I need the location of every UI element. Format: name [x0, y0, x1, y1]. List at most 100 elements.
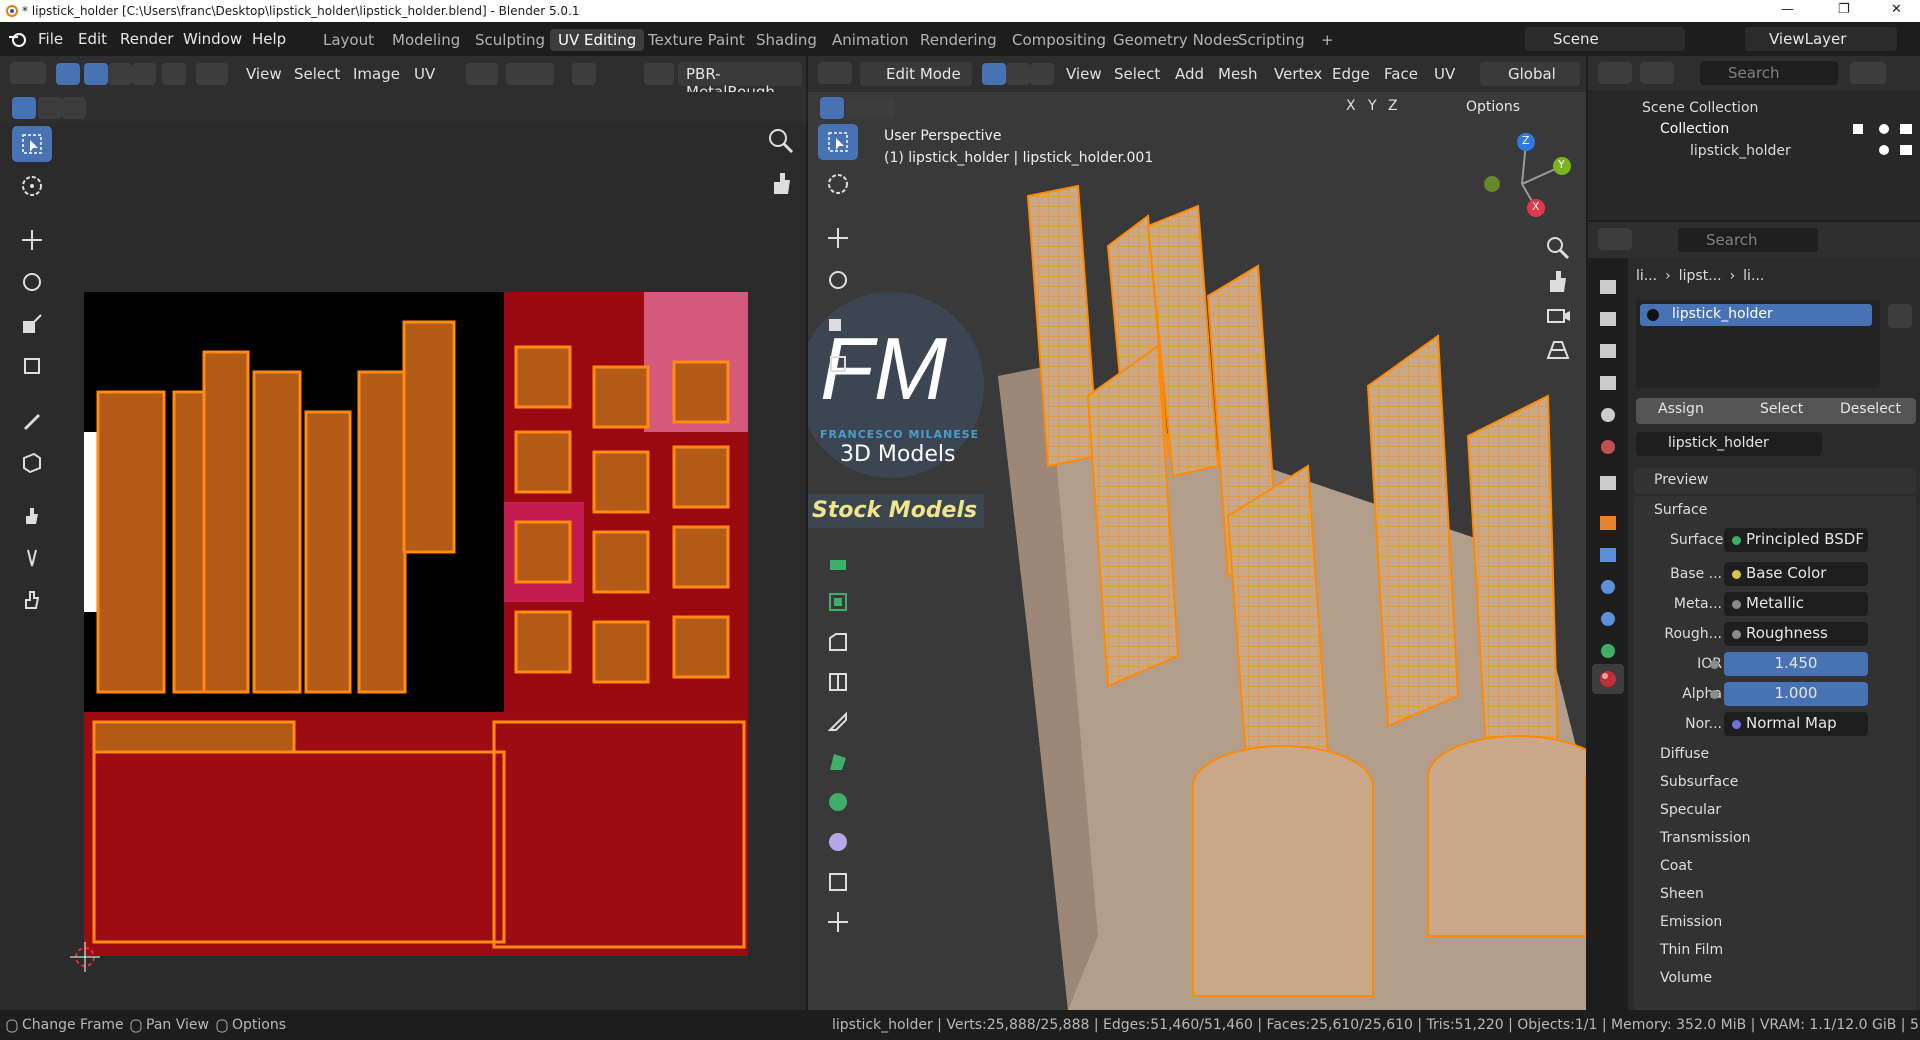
mirror-z-toggle[interactable]: Z [1388, 98, 1398, 114]
breadcrumb-object[interactable]: li... [1636, 268, 1657, 284]
camera-view-icon[interactable] [1544, 302, 1572, 330]
tab-sculpting[interactable]: Sculpting [467, 29, 553, 51]
tab-layout[interactable]: Layout [315, 29, 382, 51]
breadcrumb-mesh[interactable]: lipst... [1679, 268, 1722, 284]
gizmo-neg-y-axis[interactable] [1484, 176, 1500, 192]
shader-input-row[interactable]: Rough... Roughness [1634, 622, 1916, 648]
maximize-button[interactable]: ❐ [1838, 2, 1850, 17]
island-select-icon[interactable] [162, 63, 186, 85]
vp-select-extend-icon[interactable] [846, 97, 870, 119]
uv-pan-icon[interactable] [766, 168, 796, 198]
uv-texture-canvas[interactable] [84, 292, 748, 956]
vp-menu-mesh[interactable]: Mesh [1218, 65, 1258, 83]
uv-menu-image[interactable]: Image [353, 65, 400, 83]
shader-input-field[interactable]: Base Color [1724, 562, 1868, 586]
vp-menu-face[interactable]: Face [1384, 65, 1418, 83]
image-selector[interactable]: PBR-MetalRough [678, 62, 802, 101]
scene-selector[interactable]: Scene [1525, 27, 1685, 51]
vp-select-tool[interactable] [818, 124, 858, 160]
vp-menu-uv[interactable]: UV [1434, 65, 1455, 83]
edge-slide-tool[interactable] [818, 864, 858, 900]
outliner-type-icon[interactable] [1598, 62, 1632, 84]
add-workspace-button[interactable]: + [1313, 29, 1342, 51]
deselect-button[interactable]: Deselect [1840, 401, 1901, 417]
transform-tool[interactable] [12, 348, 52, 384]
mirror-x-toggle[interactable]: X [1346, 98, 1356, 114]
shader-input-field[interactable]: Metallic [1724, 592, 1868, 616]
tab-animation[interactable]: Animation [824, 29, 916, 51]
material-slot-item[interactable]: lipstick_holder [1640, 304, 1872, 326]
uv-menu-uv[interactable]: UV [414, 65, 435, 83]
mode-selector[interactable]: Edit Mode [860, 62, 972, 86]
uv-menu-view[interactable]: View [246, 65, 282, 83]
mirror-y-toggle[interactable]: Y [1368, 98, 1377, 114]
subpanel-coat[interactable]: Coat [1660, 858, 1692, 874]
pivot-icon[interactable] [466, 63, 498, 85]
menu-edit[interactable]: Edit [78, 30, 107, 48]
subpanel-transmission[interactable]: Transmission [1660, 830, 1750, 846]
properties-type-icon[interactable] [1598, 228, 1632, 250]
vertex-select-icon[interactable] [84, 63, 108, 85]
filter-icon[interactable] [1850, 62, 1886, 84]
outliner[interactable]: Search Scene Collection Collection lipst… [1588, 56, 1920, 220]
shader-input-field[interactable]: Normal Map [1724, 712, 1868, 736]
subpanel-emission[interactable]: Emission [1660, 914, 1722, 930]
snap-icon[interactable] [506, 63, 554, 85]
properties-editor[interactable]: Search li... › lipst... › li... lipstick… [1588, 222, 1920, 1010]
material-name-field[interactable]: lipstick_holder [1636, 432, 1822, 456]
rip-region-tool[interactable] [12, 444, 52, 480]
close-window-button[interactable]: ✕ [1891, 2, 1902, 17]
shader-input-row[interactable]: Nor... Normal Map [1634, 712, 1916, 738]
tab-shading[interactable]: Shading [748, 29, 825, 51]
vp-menu-add[interactable]: Add [1175, 65, 1204, 83]
loop-cut-tool[interactable] [818, 664, 858, 700]
vp-pan-icon[interactable] [1544, 268, 1572, 296]
vp-select-subtract-icon[interactable] [870, 97, 894, 119]
tab-scripting[interactable]: Scripting [1230, 29, 1313, 51]
properties-search[interactable]: Search [1678, 228, 1818, 252]
perspective-toggle-icon[interactable] [1544, 336, 1572, 364]
face-mode-icon[interactable] [1030, 63, 1054, 85]
vp-rotate-tool[interactable] [818, 262, 858, 298]
tab-uv-editing[interactable]: UV Editing [550, 29, 645, 51]
vp-scale-tool[interactable] [818, 304, 858, 340]
material-tab[interactable] [1592, 664, 1624, 694]
scene-collection-label[interactable]: Scene Collection [1642, 100, 1758, 116]
object-label[interactable]: lipstick_holder [1690, 143, 1791, 159]
select-box-tool[interactable] [12, 126, 52, 162]
face-select-icon[interactable] [132, 63, 156, 85]
edge-select-icon[interactable] [108, 63, 132, 85]
transform-orientation[interactable]: Global [1480, 62, 1580, 86]
shader-input-field[interactable]: 1.000 [1710, 682, 1868, 706]
spin-tool[interactable] [818, 784, 858, 820]
shader-input-row[interactable]: Alpha 1.000 [1634, 682, 1916, 708]
menu-file[interactable]: File [38, 30, 63, 48]
editor-type-icon[interactable] [10, 62, 46, 84]
pinch-tool[interactable] [12, 582, 52, 618]
select-button[interactable]: Select [1760, 401, 1803, 417]
uv-zoom-icon[interactable] [766, 126, 796, 156]
sync-selection-icon[interactable] [56, 63, 80, 85]
subpanel-sheen[interactable]: Sheen [1660, 886, 1704, 902]
assign-button[interactable]: Assign [1658, 401, 1704, 417]
uv-select-subtract-icon[interactable] [62, 97, 86, 119]
vp-menu-vertex[interactable]: Vertex [1274, 65, 1322, 83]
shader-input-field[interactable]: 1.450 [1710, 652, 1868, 676]
tab-texture-paint[interactable]: Texture Paint [640, 29, 753, 51]
3d-viewport[interactable]: Edit Mode View Select Add Mesh Vertex Ed… [808, 56, 1586, 1010]
visibility-icons[interactable] [1850, 122, 1914, 162]
surface-panel[interactable]: Surface Surface Principled BSDF Base ...… [1634, 496, 1916, 1010]
proportional-icon[interactable] [572, 63, 596, 85]
cursor-tool[interactable] [12, 168, 52, 204]
subpanel-subsurface[interactable]: Subsurface [1660, 774, 1738, 790]
preview-panel[interactable]: Preview [1634, 468, 1916, 494]
tab-compositing[interactable]: Compositing [1004, 29, 1114, 51]
annotate-tool[interactable] [12, 402, 52, 438]
options-dropdown[interactable]: Options [1436, 96, 1582, 120]
blender-menu-icon[interactable] [8, 30, 28, 48]
subpanel-thin-film[interactable]: Thin Film [1660, 942, 1723, 958]
tab-rendering[interactable]: Rendering [912, 29, 1005, 51]
vp-menu-view[interactable]: View [1066, 65, 1102, 83]
menu-window[interactable]: Window [183, 30, 242, 48]
viewport-editor-type-icon[interactable] [818, 62, 852, 84]
